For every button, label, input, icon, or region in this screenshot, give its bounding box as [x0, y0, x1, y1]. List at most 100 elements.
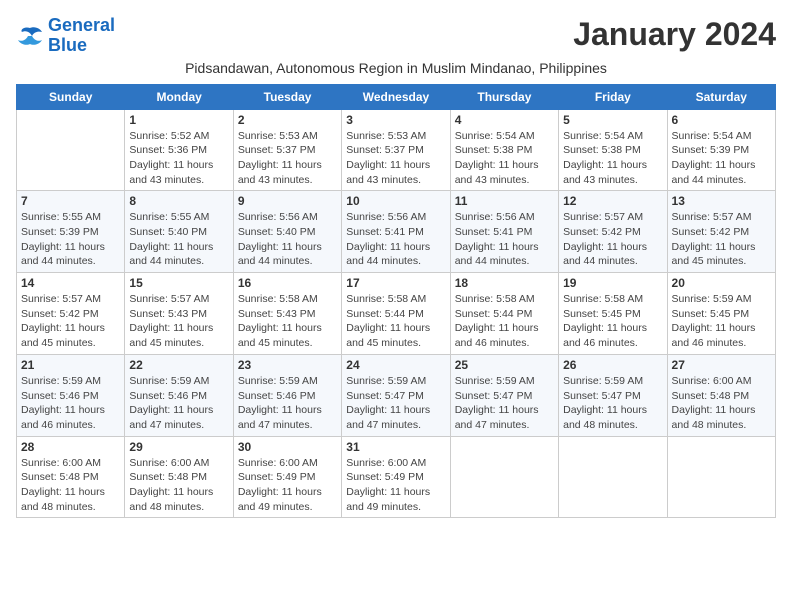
calendar-cell: 28 Sunrise: 6:00 AM Sunset: 5:48 PM Dayl…: [17, 436, 125, 518]
daylight-text: Daylight: 11 hours and 44 minutes.: [672, 158, 771, 187]
sunset-text: Sunset: 5:43 PM: [129, 307, 228, 322]
day-info: Sunrise: 5:58 AM Sunset: 5:44 PM Dayligh…: [455, 292, 554, 351]
sunrise-text: Sunrise: 5:52 AM: [129, 129, 228, 144]
day-number: 21: [21, 358, 120, 372]
header: General Blue January 2024: [16, 16, 776, 56]
daylight-text: Daylight: 11 hours and 45 minutes.: [672, 240, 771, 269]
calendar-cell: 14 Sunrise: 5:57 AM Sunset: 5:42 PM Dayl…: [17, 273, 125, 355]
calendar-week-4: 21 Sunrise: 5:59 AM Sunset: 5:46 PM Dayl…: [17, 354, 776, 436]
sunrise-text: Sunrise: 5:58 AM: [563, 292, 662, 307]
day-number: 7: [21, 194, 120, 208]
day-info: Sunrise: 6:00 AM Sunset: 5:48 PM Dayligh…: [129, 456, 228, 515]
day-number: 28: [21, 440, 120, 454]
day-number: 11: [455, 194, 554, 208]
day-header-friday: Friday: [559, 84, 667, 109]
day-info: Sunrise: 5:57 AM Sunset: 5:42 PM Dayligh…: [672, 210, 771, 269]
sunset-text: Sunset: 5:45 PM: [672, 307, 771, 322]
day-number: 12: [563, 194, 662, 208]
logo: General Blue: [16, 16, 115, 56]
day-number: 31: [346, 440, 445, 454]
day-info: Sunrise: 5:54 AM Sunset: 5:38 PM Dayligh…: [455, 129, 554, 188]
sunrise-text: Sunrise: 6:00 AM: [672, 374, 771, 389]
day-info: Sunrise: 6:00 AM Sunset: 5:48 PM Dayligh…: [21, 456, 120, 515]
calendar-cell: 2 Sunrise: 5:53 AM Sunset: 5:37 PM Dayli…: [233, 109, 341, 191]
day-info: Sunrise: 5:59 AM Sunset: 5:47 PM Dayligh…: [563, 374, 662, 433]
sunset-text: Sunset: 5:40 PM: [129, 225, 228, 240]
daylight-text: Daylight: 11 hours and 45 minutes.: [238, 321, 337, 350]
sunset-text: Sunset: 5:44 PM: [346, 307, 445, 322]
sunrise-text: Sunrise: 5:54 AM: [563, 129, 662, 144]
day-info: Sunrise: 5:53 AM Sunset: 5:37 PM Dayligh…: [346, 129, 445, 188]
sunset-text: Sunset: 5:48 PM: [129, 470, 228, 485]
day-number: 18: [455, 276, 554, 290]
daylight-text: Daylight: 11 hours and 45 minutes.: [21, 321, 120, 350]
daylight-text: Daylight: 11 hours and 48 minutes.: [129, 485, 228, 514]
sunrise-text: Sunrise: 5:59 AM: [129, 374, 228, 389]
calendar-cell: 31 Sunrise: 6:00 AM Sunset: 5:49 PM Dayl…: [342, 436, 450, 518]
day-info: Sunrise: 5:55 AM Sunset: 5:39 PM Dayligh…: [21, 210, 120, 269]
sunrise-text: Sunrise: 5:53 AM: [346, 129, 445, 144]
sunset-text: Sunset: 5:37 PM: [346, 143, 445, 158]
day-info: Sunrise: 5:57 AM Sunset: 5:43 PM Dayligh…: [129, 292, 228, 351]
day-number: 2: [238, 113, 337, 127]
day-number: 20: [672, 276, 771, 290]
sunset-text: Sunset: 5:41 PM: [346, 225, 445, 240]
sunrise-text: Sunrise: 5:58 AM: [455, 292, 554, 307]
daylight-text: Daylight: 11 hours and 44 minutes.: [346, 240, 445, 269]
day-info: Sunrise: 5:59 AM Sunset: 5:45 PM Dayligh…: [672, 292, 771, 351]
calendar-week-1: 1 Sunrise: 5:52 AM Sunset: 5:36 PM Dayli…: [17, 109, 776, 191]
day-info: Sunrise: 5:57 AM Sunset: 5:42 PM Dayligh…: [563, 210, 662, 269]
sunrise-text: Sunrise: 5:56 AM: [346, 210, 445, 225]
day-number: 1: [129, 113, 228, 127]
day-info: Sunrise: 5:55 AM Sunset: 5:40 PM Dayligh…: [129, 210, 228, 269]
sunset-text: Sunset: 5:37 PM: [238, 143, 337, 158]
sunset-text: Sunset: 5:47 PM: [563, 389, 662, 404]
logo-icon: [16, 24, 44, 48]
day-number: 6: [672, 113, 771, 127]
sunrise-text: Sunrise: 5:59 AM: [455, 374, 554, 389]
logo-text: General Blue: [48, 16, 115, 56]
day-header-monday: Monday: [125, 84, 233, 109]
sunrise-text: Sunrise: 5:56 AM: [455, 210, 554, 225]
daylight-text: Daylight: 11 hours and 47 minutes.: [238, 403, 337, 432]
calendar-cell: [559, 436, 667, 518]
daylight-text: Daylight: 11 hours and 43 minutes.: [455, 158, 554, 187]
calendar-cell: 23 Sunrise: 5:59 AM Sunset: 5:46 PM Dayl…: [233, 354, 341, 436]
calendar-cell: 13 Sunrise: 5:57 AM Sunset: 5:42 PM Dayl…: [667, 191, 775, 273]
calendar-cell: 19 Sunrise: 5:58 AM Sunset: 5:45 PM Dayl…: [559, 273, 667, 355]
sunrise-text: Sunrise: 5:55 AM: [129, 210, 228, 225]
month-title: January 2024: [573, 16, 776, 53]
day-info: Sunrise: 6:00 AM Sunset: 5:49 PM Dayligh…: [238, 456, 337, 515]
calendar-cell: 24 Sunrise: 5:59 AM Sunset: 5:47 PM Dayl…: [342, 354, 450, 436]
calendar-cell: 27 Sunrise: 6:00 AM Sunset: 5:48 PM Dayl…: [667, 354, 775, 436]
day-number: 3: [346, 113, 445, 127]
day-number: 14: [21, 276, 120, 290]
daylight-text: Daylight: 11 hours and 45 minutes.: [346, 321, 445, 350]
day-header-wednesday: Wednesday: [342, 84, 450, 109]
daylight-text: Daylight: 11 hours and 43 minutes.: [563, 158, 662, 187]
calendar-week-2: 7 Sunrise: 5:55 AM Sunset: 5:39 PM Dayli…: [17, 191, 776, 273]
day-info: Sunrise: 6:00 AM Sunset: 5:48 PM Dayligh…: [672, 374, 771, 433]
calendar-cell: [667, 436, 775, 518]
sunset-text: Sunset: 5:38 PM: [455, 143, 554, 158]
sunset-text: Sunset: 5:43 PM: [238, 307, 337, 322]
sunrise-text: Sunrise: 6:00 AM: [129, 456, 228, 471]
calendar-cell: 7 Sunrise: 5:55 AM Sunset: 5:39 PM Dayli…: [17, 191, 125, 273]
sunrise-text: Sunrise: 5:58 AM: [346, 292, 445, 307]
sunset-text: Sunset: 5:49 PM: [238, 470, 337, 485]
calendar-cell: 20 Sunrise: 5:59 AM Sunset: 5:45 PM Dayl…: [667, 273, 775, 355]
day-number: 10: [346, 194, 445, 208]
daylight-text: Daylight: 11 hours and 43 minutes.: [346, 158, 445, 187]
day-info: Sunrise: 5:59 AM Sunset: 5:46 PM Dayligh…: [238, 374, 337, 433]
day-info: Sunrise: 5:54 AM Sunset: 5:38 PM Dayligh…: [563, 129, 662, 188]
sunset-text: Sunset: 5:42 PM: [21, 307, 120, 322]
calendar-cell: 10 Sunrise: 5:56 AM Sunset: 5:41 PM Dayl…: [342, 191, 450, 273]
day-info: Sunrise: 5:56 AM Sunset: 5:40 PM Dayligh…: [238, 210, 337, 269]
calendar-cell: 6 Sunrise: 5:54 AM Sunset: 5:39 PM Dayli…: [667, 109, 775, 191]
sunset-text: Sunset: 5:41 PM: [455, 225, 554, 240]
sunrise-text: Sunrise: 5:57 AM: [21, 292, 120, 307]
calendar-cell: 5 Sunrise: 5:54 AM Sunset: 5:38 PM Dayli…: [559, 109, 667, 191]
daylight-text: Daylight: 11 hours and 43 minutes.: [238, 158, 337, 187]
calendar-cell: 16 Sunrise: 5:58 AM Sunset: 5:43 PM Dayl…: [233, 273, 341, 355]
day-number: 4: [455, 113, 554, 127]
